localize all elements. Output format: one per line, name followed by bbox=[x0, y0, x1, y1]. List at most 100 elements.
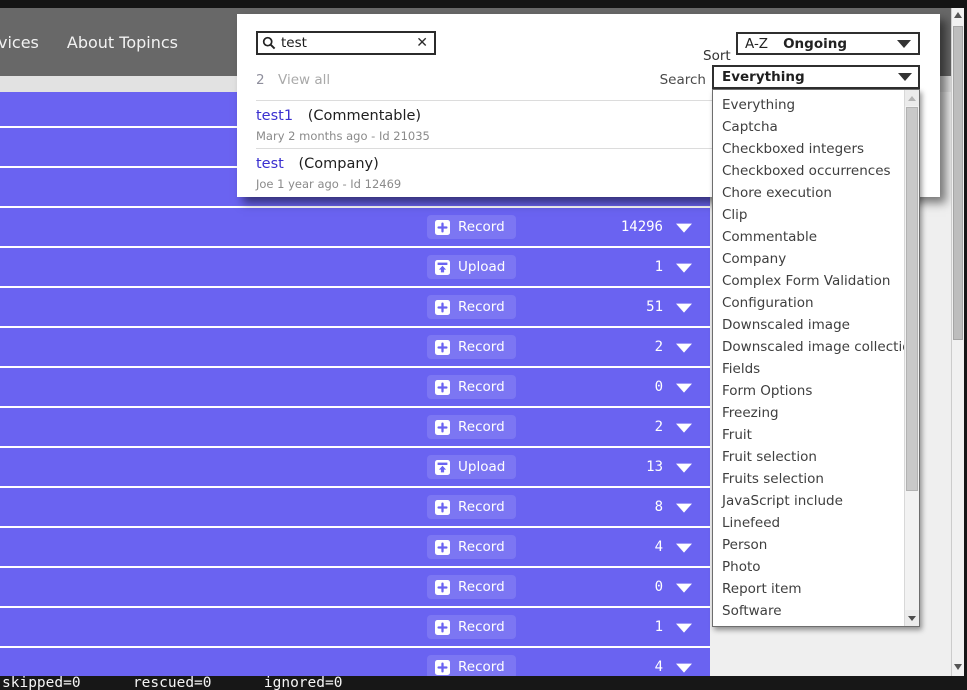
add-record-button[interactable]: Record bbox=[427, 375, 516, 399]
nav-item-services[interactable]: vices bbox=[0, 33, 39, 52]
plus-icon bbox=[435, 620, 450, 635]
filter-option[interactable]: Complex Form Validation bbox=[713, 270, 904, 292]
plus-icon bbox=[435, 300, 450, 315]
filter-option[interactable]: Freezing bbox=[713, 402, 904, 424]
type-filter-select[interactable]: Everything bbox=[712, 65, 920, 89]
add-record-button[interactable]: Record bbox=[427, 535, 516, 559]
chevron-down-icon[interactable] bbox=[676, 424, 692, 433]
chevron-down-icon[interactable] bbox=[676, 584, 692, 593]
chevron-down-icon[interactable] bbox=[676, 504, 692, 513]
nav-item-about-topincs[interactable]: About Topincs bbox=[67, 33, 178, 52]
filter-option[interactable]: Report item bbox=[713, 578, 904, 600]
upload-icon bbox=[435, 460, 450, 475]
add-record-button[interactable]: Record bbox=[427, 495, 516, 519]
sort-select[interactable]: A-Z Ongoing bbox=[736, 32, 920, 55]
upload-button[interactable]: Upload bbox=[427, 255, 516, 279]
table-row: Record 1 bbox=[0, 608, 710, 646]
chevron-down-icon[interactable] bbox=[676, 544, 692, 553]
upload-button[interactable]: Upload bbox=[427, 455, 516, 479]
filter-option[interactable]: Fruits selection bbox=[713, 468, 904, 490]
plus-icon bbox=[435, 660, 450, 675]
row-button-label: Record bbox=[458, 499, 505, 515]
add-record-button[interactable]: Record bbox=[427, 335, 516, 359]
add-record-button[interactable]: Record bbox=[427, 615, 516, 639]
result-link[interactable]: test bbox=[256, 156, 284, 172]
filter-option[interactable]: Company bbox=[713, 248, 904, 270]
search-box: ✕ bbox=[256, 31, 436, 55]
search-result-meta: Mary 2 months ago - Id 21035 bbox=[256, 129, 430, 143]
window-scrollbar[interactable] bbox=[951, 8, 964, 676]
upload-icon bbox=[435, 260, 450, 275]
row-count: 8 bbox=[655, 499, 663, 515]
chevron-down-icon[interactable] bbox=[676, 224, 692, 233]
filter-option[interactable]: Fruit selection bbox=[713, 446, 904, 468]
dropdown-scrollbar[interactable] bbox=[904, 90, 919, 626]
filter-option[interactable]: Downscaled image bbox=[713, 314, 904, 336]
filter-option[interactable]: Statistic bbox=[713, 622, 904, 626]
chevron-down-icon[interactable] bbox=[676, 264, 692, 273]
filter-option[interactable]: Form Options bbox=[713, 380, 904, 402]
filter-option[interactable]: Everything bbox=[713, 94, 904, 116]
table-row: Record 2 bbox=[0, 328, 710, 366]
scroll-up-icon[interactable] bbox=[905, 90, 919, 106]
row-button-label: Record bbox=[458, 659, 505, 675]
row-button-label: Record bbox=[458, 339, 505, 355]
filter-option[interactable]: Clip bbox=[713, 204, 904, 226]
add-record-button[interactable]: Record bbox=[427, 295, 516, 319]
filter-option[interactable]: Chore execution bbox=[713, 182, 904, 204]
filter-option[interactable]: Software bbox=[713, 600, 904, 622]
chevron-down-icon[interactable] bbox=[676, 624, 692, 633]
filter-option[interactable]: Fruit bbox=[713, 424, 904, 446]
table-row: Record 0 bbox=[0, 368, 710, 406]
chevron-down-icon[interactable] bbox=[676, 384, 692, 393]
plus-icon bbox=[435, 580, 450, 595]
filter-option[interactable]: JavaScript include bbox=[713, 490, 904, 512]
table-row: Record 2 bbox=[0, 408, 710, 446]
row-count: 0 bbox=[655, 379, 663, 395]
window-top-bar bbox=[0, 0, 967, 8]
add-record-button[interactable]: Record bbox=[427, 575, 516, 599]
type-filter-options: EverythingCaptchaCheckboxed integersChec… bbox=[713, 90, 904, 626]
result-link[interactable]: test1 bbox=[256, 108, 293, 124]
clear-search-icon[interactable]: ✕ bbox=[416, 36, 428, 50]
scrollbar-thumb[interactable] bbox=[953, 26, 963, 340]
filter-option[interactable]: Commentable bbox=[713, 226, 904, 248]
filter-option[interactable]: Captcha bbox=[713, 116, 904, 138]
filter-option[interactable]: Checkboxed occurrences bbox=[713, 160, 904, 182]
filter-option[interactable]: Person bbox=[713, 534, 904, 556]
search-input[interactable] bbox=[281, 35, 416, 51]
filter-option[interactable]: Checkboxed integers bbox=[713, 138, 904, 160]
filter-option[interactable]: Configuration bbox=[713, 292, 904, 314]
add-record-button[interactable]: Record bbox=[427, 415, 516, 439]
plus-icon bbox=[435, 220, 450, 235]
filter-option[interactable]: Photo bbox=[713, 556, 904, 578]
filter-option[interactable]: Fields bbox=[713, 358, 904, 380]
chevron-down-icon bbox=[898, 73, 912, 81]
table-row: Record 0 bbox=[0, 568, 710, 606]
row-count: 13 bbox=[646, 459, 663, 475]
row-count: 2 bbox=[655, 419, 663, 435]
scroll-down-icon[interactable] bbox=[954, 664, 962, 670]
chevron-down-icon[interactable] bbox=[676, 464, 692, 473]
chevron-down-icon[interactable] bbox=[676, 304, 692, 313]
table-row: Record 14296 bbox=[0, 208, 710, 246]
chevron-down-icon[interactable] bbox=[676, 664, 692, 673]
terminal-output: skipped=0 rescued=0 ignored=0 bbox=[2, 676, 342, 690]
scroll-down-icon[interactable] bbox=[905, 610, 919, 626]
plus-icon bbox=[435, 500, 450, 515]
search-result-title: test (Company) bbox=[256, 156, 379, 172]
chevron-down-icon[interactable] bbox=[676, 344, 692, 353]
scroll-up-icon[interactable] bbox=[954, 12, 962, 18]
filter-option[interactable]: Downscaled image collection bbox=[713, 336, 904, 358]
add-record-button[interactable]: Record bbox=[427, 215, 516, 239]
filter-option[interactable]: Linefeed bbox=[713, 512, 904, 534]
row-count: 2 bbox=[655, 339, 663, 355]
view-all-link[interactable]: View all bbox=[278, 72, 330, 88]
sort-value: Ongoing bbox=[783, 36, 847, 52]
plus-icon bbox=[435, 340, 450, 355]
scrollbar-thumb[interactable] bbox=[906, 107, 918, 491]
result-type: (Company) bbox=[298, 156, 378, 172]
table-row: Upload 13 bbox=[0, 448, 710, 486]
plus-icon bbox=[435, 420, 450, 435]
table-row: Record 8 bbox=[0, 488, 710, 526]
